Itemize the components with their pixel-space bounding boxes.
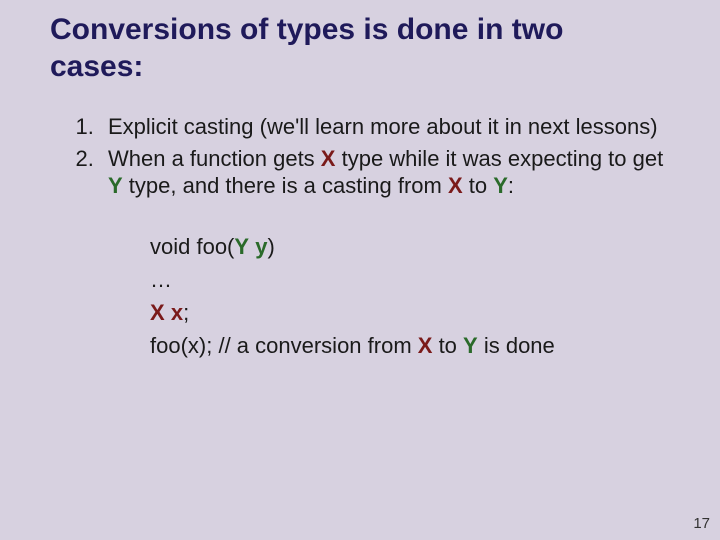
code-line: X x;	[150, 296, 680, 329]
text: ;	[183, 300, 189, 325]
text: to	[432, 333, 463, 358]
text: void foo(	[150, 234, 234, 259]
text: type, and there is a casting from	[123, 173, 448, 198]
page-number: 17	[693, 515, 710, 532]
code-line: void foo(Y y)	[150, 230, 680, 263]
text: is done	[478, 333, 555, 358]
slide: Conversions of types is done in two case…	[0, 0, 720, 540]
slide-title: Conversions of types is done in two case…	[0, 0, 650, 85]
var-y-lower: y	[255, 234, 267, 259]
var-x: X	[321, 146, 336, 171]
list-item: When a function gets X type while it was…	[100, 145, 680, 200]
numbered-list: Explicit casting (we'll learn more about…	[40, 113, 680, 200]
text: When a function gets	[108, 146, 321, 171]
var-x: X	[150, 300, 165, 325]
var-x: X	[448, 173, 463, 198]
code-line: foo(x); // a conversion from X to Y is d…	[150, 329, 680, 362]
var-y: Y	[234, 234, 249, 259]
var-y: Y	[463, 333, 478, 358]
text: foo(x); // a conversion from	[150, 333, 418, 358]
text: type while it was expecting to get	[335, 146, 663, 171]
code-block: void foo(Y y) … X x; foo(x); // a conver…	[150, 230, 680, 362]
code-line: …	[150, 263, 680, 296]
var-y: Y	[493, 173, 508, 198]
list-item: Explicit casting (we'll learn more about…	[100, 113, 680, 141]
text: :	[508, 173, 514, 198]
slide-body: Explicit casting (we'll learn more about…	[0, 85, 720, 362]
text: to	[463, 173, 494, 198]
text: )	[267, 234, 274, 259]
var-x: X	[418, 333, 433, 358]
var-y: Y	[108, 173, 123, 198]
var-x-lower: x	[171, 300, 183, 325]
